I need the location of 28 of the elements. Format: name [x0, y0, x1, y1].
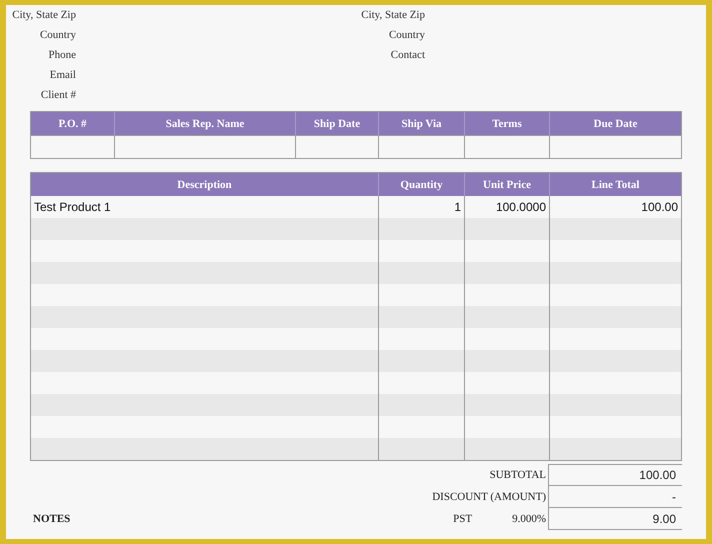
column-header: Sales Rep. Name	[114, 112, 295, 135]
column-header: Line Total	[549, 173, 681, 196]
column-header: Ship Via	[378, 112, 464, 135]
field-label: Client #	[40, 89, 76, 101]
column-header: Quantity	[378, 173, 464, 196]
field-label: Country	[38, 29, 76, 41]
tax-label: PST	[453, 513, 472, 525]
column-header: Due Date	[549, 112, 681, 135]
column-header: Terms	[464, 112, 549, 135]
total-value: 9.00	[548, 508, 682, 530]
field-label: City, State Zip	[11, 9, 76, 21]
column-header: Unit Price	[464, 173, 549, 196]
column-header: Ship Date	[295, 112, 378, 135]
table-cell: 100.00	[549, 196, 681, 218]
total-value: -	[548, 486, 682, 508]
table-cell: 100.0000	[464, 196, 549, 218]
total-value: 100.00	[548, 464, 682, 486]
field-label: City, State Zip	[360, 9, 425, 21]
notes-heading: NOTES	[32, 513, 70, 525]
field-label: Phone	[48, 49, 76, 61]
field-label: Email	[48, 69, 76, 81]
field-label: Contact	[390, 49, 425, 61]
field-label: Country	[388, 29, 425, 41]
column-header: Description	[31, 173, 378, 196]
tax-rate: 9.000%	[512, 513, 546, 525]
total-label: SUBTOTAL	[490, 469, 546, 481]
total-label: DISCOUNT (AMOUNT)	[432, 491, 546, 503]
column-header: P.O. #	[31, 112, 114, 135]
